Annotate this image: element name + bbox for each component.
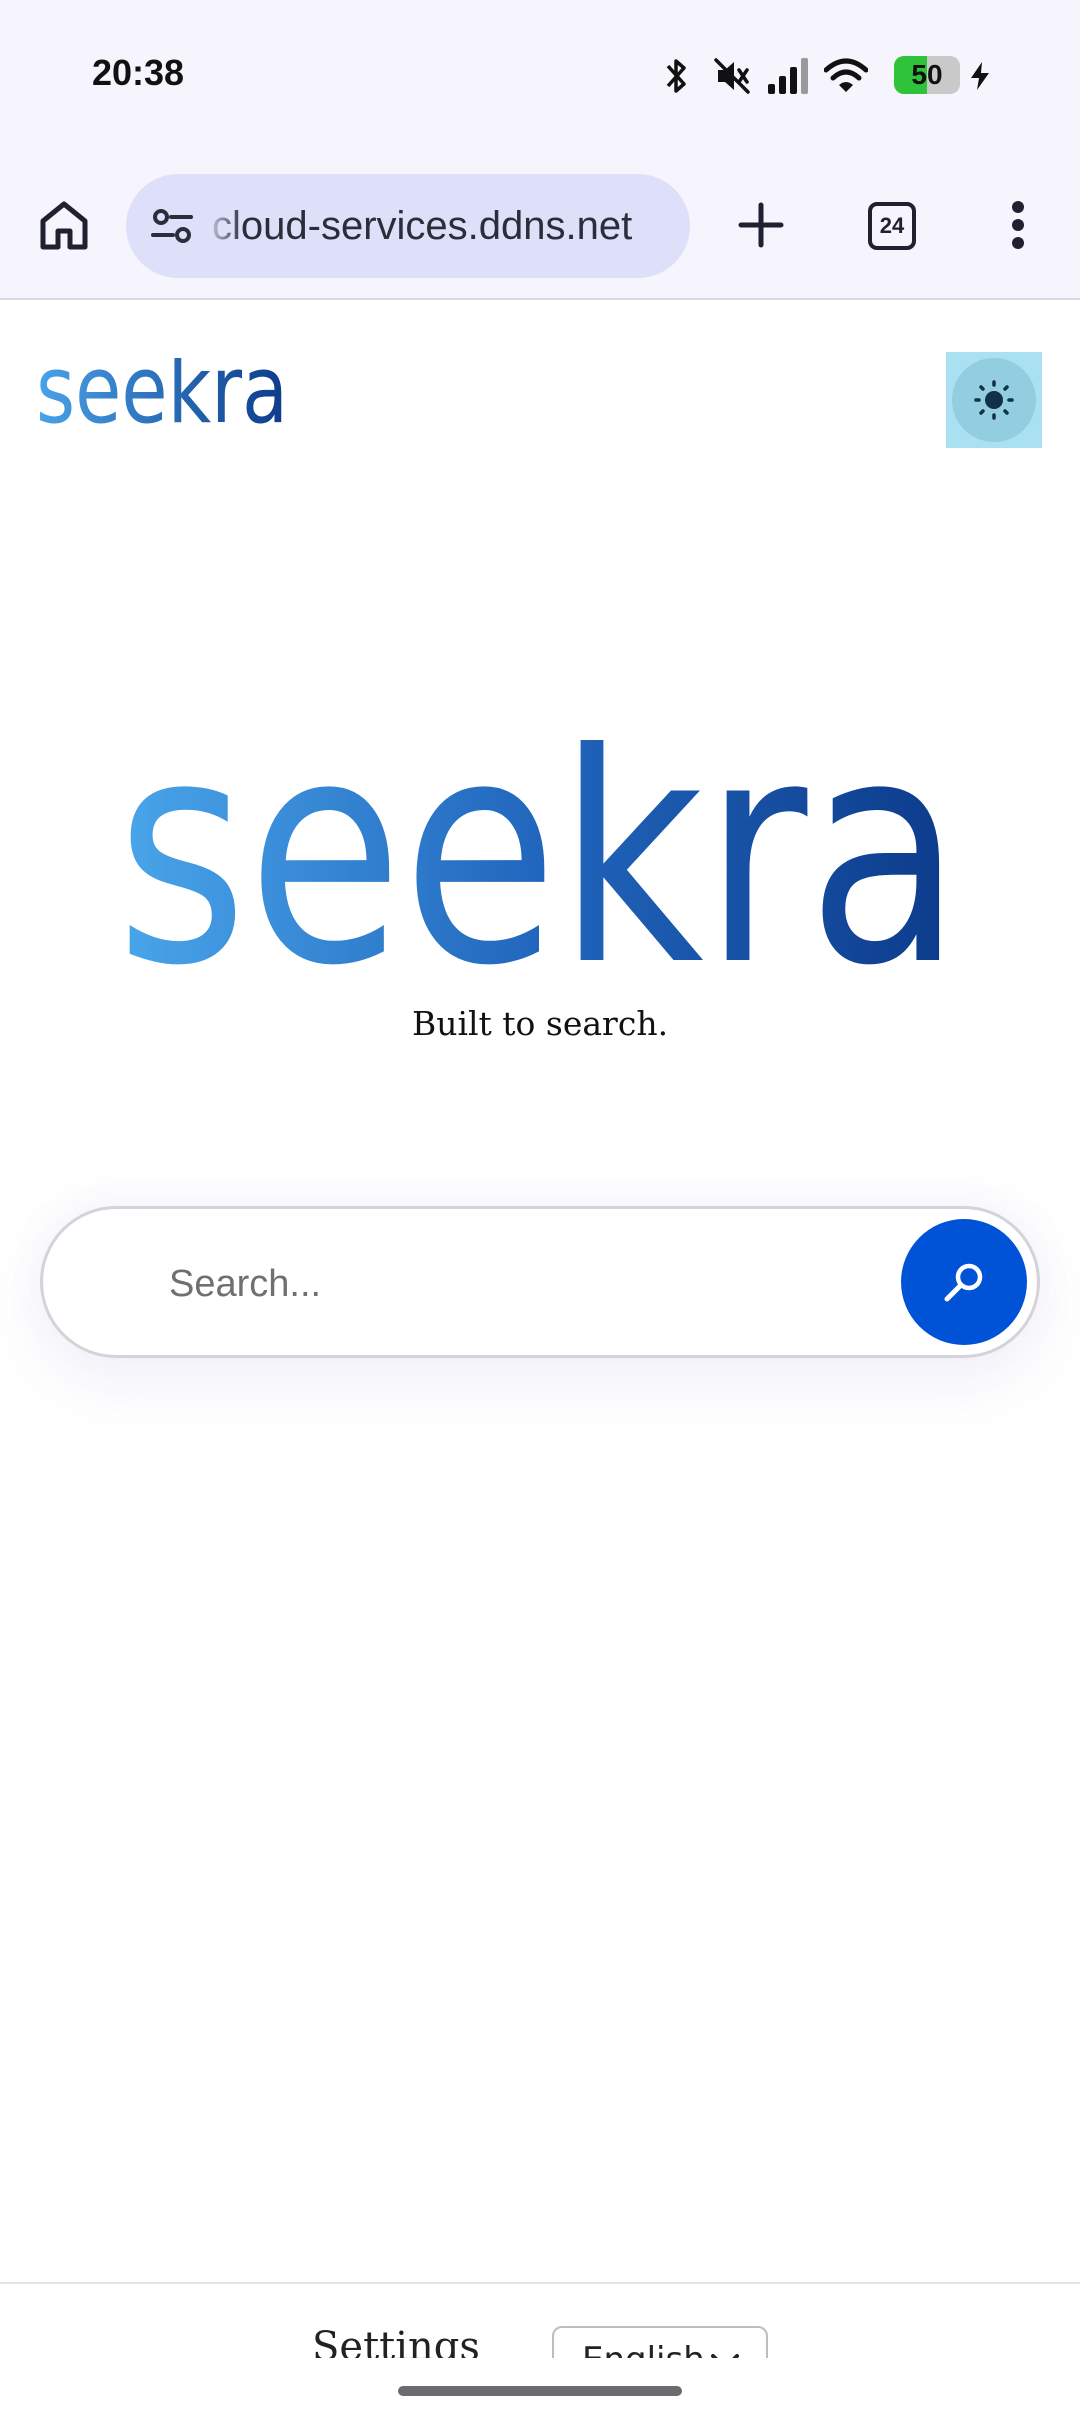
header-logo[interactable]: seekra (36, 336, 292, 445)
battery-level: 50 (911, 59, 943, 90)
search-icon (944, 1263, 983, 1302)
status-time: 20:38 (92, 52, 185, 93)
hero-logo: seekra (116, 673, 964, 1034)
tagline: Built to search. (411, 1004, 669, 1043)
mute-icon (714, 58, 750, 94)
screen: 20:38 50 cloud-services.ddns.net 24 seek… (0, 0, 1080, 2424)
more-menu-button[interactable] (998, 190, 1038, 260)
status-bar: 20:38 50 (0, 0, 1080, 150)
url-fade (204, 174, 244, 278)
new-tab-button[interactable] (728, 192, 794, 258)
battery-icon: 50 (894, 56, 960, 94)
signal-icon (768, 58, 808, 94)
site-settings-icon (151, 209, 193, 243)
theme-toggle-circle (952, 358, 1036, 442)
hero-logo-text: seekra (116, 740, 962, 980)
address-bar[interactable]: cloud-services.ddns.net (126, 174, 690, 278)
wifi-icon (824, 58, 868, 92)
more-icon (1012, 201, 1024, 249)
seekra-logo-small: seekra (36, 336, 288, 445)
search-input[interactable] (169, 1239, 909, 1329)
seekra-logo-large: seekra (116, 673, 962, 1034)
search-button[interactable] (901, 1219, 1027, 1345)
theme-toggle-button[interactable] (946, 352, 1042, 448)
home-icon (40, 201, 88, 250)
home-button[interactable] (30, 188, 98, 264)
site-settings-button[interactable] (142, 196, 202, 256)
sun-icon (974, 380, 1014, 420)
bluetooth-icon (666, 59, 686, 93)
charging-icon (971, 62, 989, 90)
search-bar (40, 1206, 1040, 1358)
home-indicator[interactable] (398, 2386, 682, 2396)
new-tab-icon (738, 202, 784, 248)
browser-toolbar: cloud-services.ddns.net 24 (0, 150, 1080, 300)
header-logo-text: seekra (36, 358, 288, 430)
url-text: cloud-services.ddns.net (212, 204, 633, 248)
tabs-button[interactable]: 24 (868, 202, 916, 250)
